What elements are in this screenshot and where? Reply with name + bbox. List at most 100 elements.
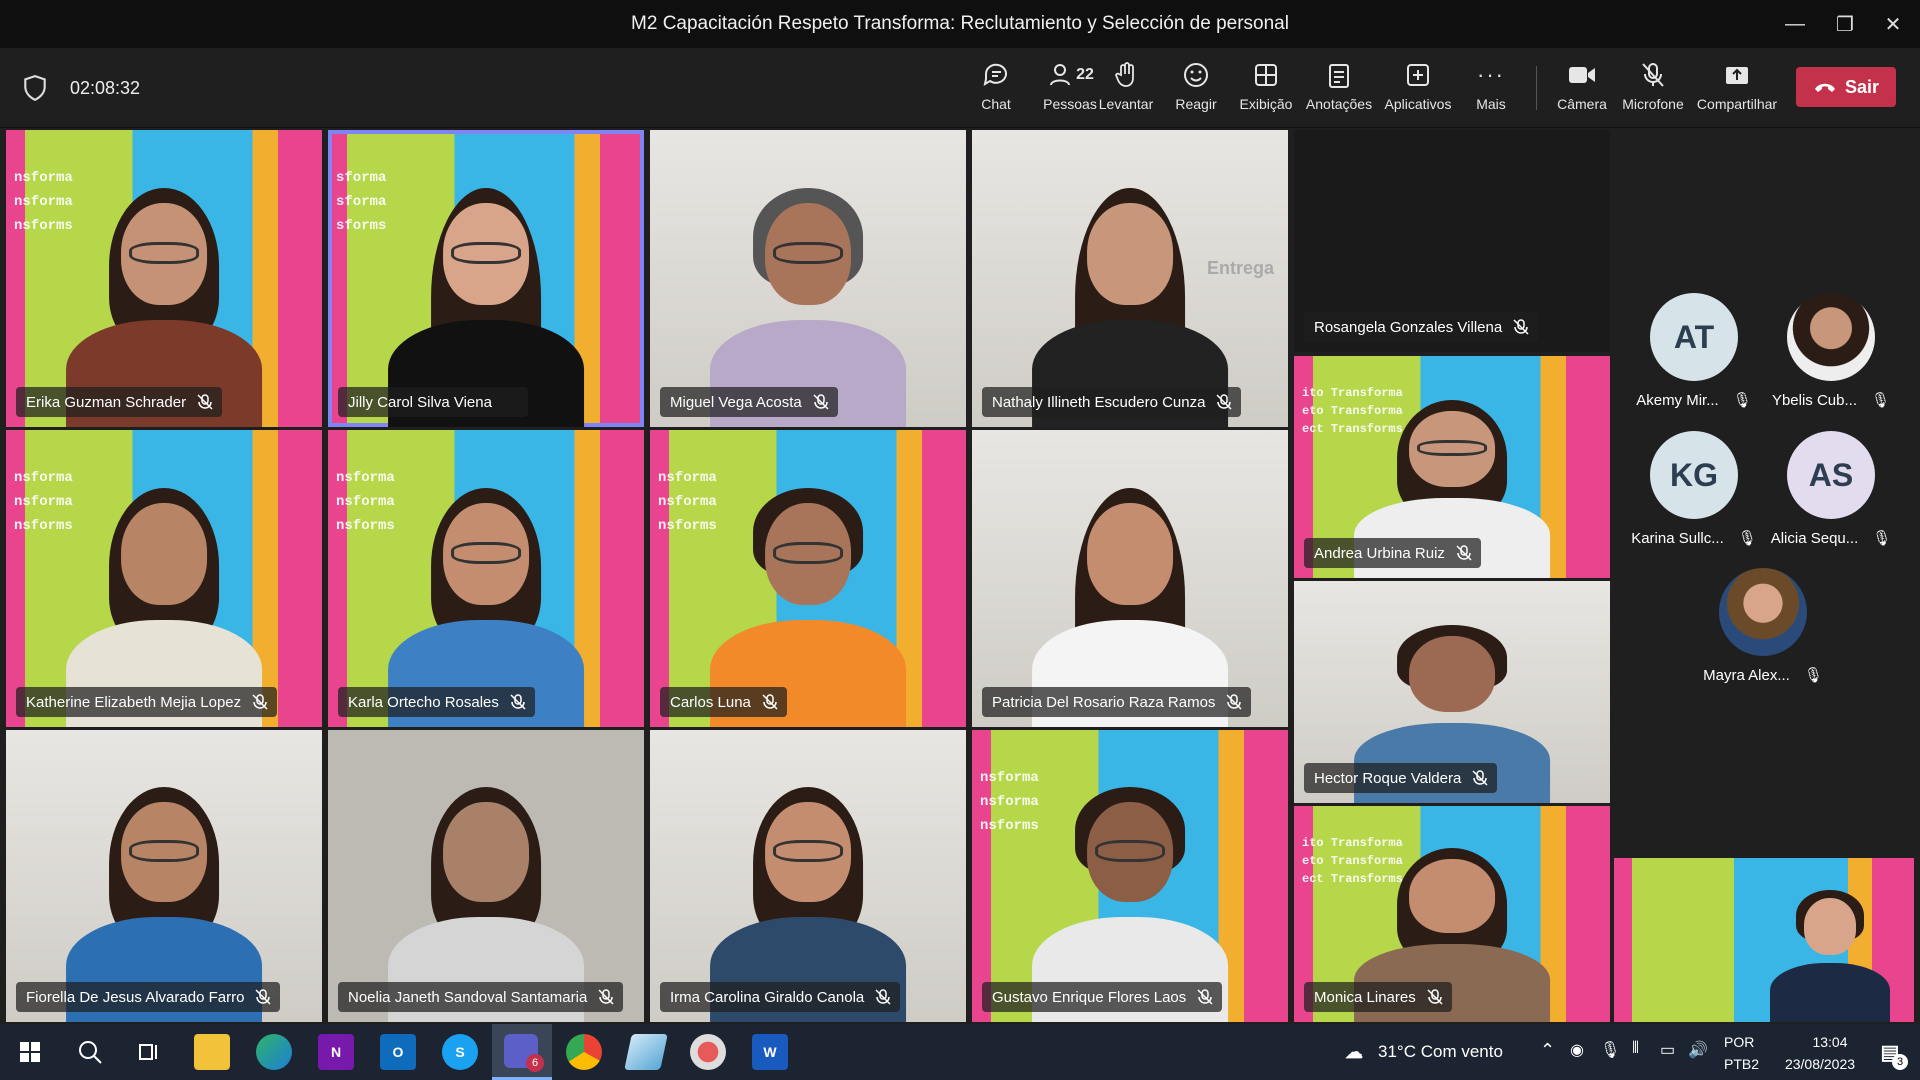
video-tile[interactable]: Patricia Del Rosario Raza Ramos xyxy=(972,430,1288,727)
view-button[interactable]: Exibição xyxy=(1236,58,1296,122)
roster-participant[interactable]: AT Akemy Mir... 🎙 xyxy=(1619,293,1769,409)
clock-date[interactable]: 23/08/2023 xyxy=(1770,1056,1870,1072)
microphone-tray-icon[interactable]: 🎙 xyxy=(1600,1040,1620,1060)
shield-icon xyxy=(24,75,46,102)
roster-participant[interactable]: Ybelis Cub... 🎙 xyxy=(1756,293,1906,409)
video-tile[interactable]: ito Transforma eto Transforma ect Transfor… xyxy=(1294,806,1610,1022)
raise-label: Levantar xyxy=(1098,96,1154,112)
weather-text[interactable]: 31°C Com vento xyxy=(1378,1042,1503,1062)
skype-icon[interactable]: S xyxy=(442,1034,478,1070)
roster-participant[interactable]: KG Karina Sullc... 🎙 xyxy=(1619,431,1769,547)
video-tile[interactable]: nsforma nsforma nsforms Karla Ortecho Rosa… xyxy=(328,430,644,727)
share-button[interactable]: Compartilhar xyxy=(1694,58,1780,122)
avatar: AT xyxy=(1650,293,1738,381)
participant-name: Erika Guzman Schrader xyxy=(16,387,223,417)
chevron-up-icon[interactable]: ⌃ xyxy=(1540,1040,1555,1061)
notes-button[interactable]: Anotações xyxy=(1302,58,1376,122)
video-tile[interactable]: nsforma nsforma nsforms Gustavo Enrique Fl… xyxy=(972,730,1288,1022)
self-view[interactable] xyxy=(1614,858,1914,1022)
people-icon xyxy=(1050,64,1071,86)
battery-icon[interactable]: ▭ xyxy=(1660,1040,1675,1060)
chrome-icon[interactable] xyxy=(566,1034,602,1070)
more-icon: ··· xyxy=(1477,62,1505,87)
react-button[interactable]: Reagir xyxy=(1166,58,1226,122)
roster-participant[interactable]: AS Alicia Sequ... 🎙 xyxy=(1756,431,1906,547)
teams-taskbar-active[interactable]: 6 xyxy=(492,1024,552,1080)
participant-name: Jilly Carol Silva Viena xyxy=(338,387,528,417)
video-tile[interactable]: Irma Carolina Giraldo Canola xyxy=(650,730,966,1022)
chat-button[interactable]: Chat xyxy=(966,58,1026,122)
mic-off-icon xyxy=(1427,989,1443,1005)
video-tile[interactable]: nsforma nsforma nsforms Katherine Elizabet… xyxy=(6,430,322,727)
mic-label: Microfone xyxy=(1622,96,1684,112)
add-app-icon xyxy=(1407,64,1429,86)
wifi-icon[interactable]: ⦀ xyxy=(1632,1040,1639,1058)
mic-off-icon: 🎙 xyxy=(1732,392,1752,409)
clock-time[interactable]: 13:04 xyxy=(1790,1034,1870,1050)
video-tile-active-speaker[interactable]: sforma sforma sforms Jilly Carol Silva Vie… xyxy=(328,130,644,427)
mic-off-icon xyxy=(875,989,891,1005)
video-tile-camera-off[interactable]: Rosangela Gonzales Villena xyxy=(1294,130,1610,352)
close-icon[interactable]: ✕ xyxy=(1868,0,1918,48)
paint-icon[interactable] xyxy=(690,1034,726,1070)
title-bar: M2 Capacitación Respeto Transforma: Recl… xyxy=(0,0,1920,48)
video-tile[interactable]: Fiorella De Jesus Alvarado Farro xyxy=(6,730,322,1022)
mic-off-icon xyxy=(1226,694,1242,710)
video-tile[interactable]: Entrega Nathaly Illineth Escudero Cunza xyxy=(972,130,1288,427)
view-label: Exibição xyxy=(1239,96,1293,112)
keyboard-layout[interactable]: PTB2 xyxy=(1724,1056,1759,1072)
file-explorer-icon[interactable] xyxy=(194,1034,230,1070)
video-tile[interactable]: nsforma nsforma nsforms Erika Guzman Schra… xyxy=(6,130,322,427)
notification-badge: 6 xyxy=(526,1054,544,1072)
roster-participant[interactable]: Mayra Alex... 🎙 xyxy=(1688,568,1838,684)
video-tile[interactable]: Hector Roque Valdera xyxy=(1294,581,1610,803)
camera-button[interactable]: Câmera xyxy=(1552,58,1612,122)
avatar: KG xyxy=(1650,431,1738,519)
video-tile[interactable]: nsforma nsforma nsforms Carlos Luna xyxy=(650,430,966,727)
more-button[interactable]: ··· Mais xyxy=(1466,58,1516,122)
camera-label: Câmera xyxy=(1557,96,1607,112)
mic-off-icon xyxy=(762,694,778,710)
task-view-icon[interactable] xyxy=(132,1034,168,1070)
background-text: sforma sforma sforms xyxy=(336,170,387,234)
video-tile[interactable]: Miguel Vega Acosta xyxy=(650,130,966,427)
microphone-button[interactable]: Microfone xyxy=(1618,58,1688,122)
mic-off-icon xyxy=(255,989,271,1005)
volume-icon[interactable]: 🔊 xyxy=(1688,1040,1708,1060)
language-indicator[interactable]: POR xyxy=(1724,1034,1754,1050)
participant-name: Akemy Mir... xyxy=(1636,391,1719,409)
participant-name: Mayra Alex... xyxy=(1703,666,1790,684)
outlook-icon[interactable]: O xyxy=(380,1034,416,1070)
participant-video xyxy=(1770,888,1890,1022)
meeting-toolbar: 02:08:32 Chat 22 Pessoas Levantar Reagir… xyxy=(0,48,1920,128)
video-tile[interactable]: Noelia Janeth Sandoval Santamaria xyxy=(328,730,644,1022)
hand-icon xyxy=(1115,62,1134,87)
app-icon[interactable] xyxy=(624,1034,668,1070)
background-text: nsforma nsforma nsforms xyxy=(14,170,73,234)
mic-off-icon xyxy=(252,694,268,710)
participant-name: Monica Linares xyxy=(1304,982,1452,1012)
leave-button[interactable]: Sair xyxy=(1796,67,1896,107)
windows-start-icon[interactable] xyxy=(12,1034,48,1070)
word-icon[interactable]: W xyxy=(752,1034,788,1070)
raise-hand-button[interactable]: Levantar xyxy=(1096,58,1156,122)
avatar xyxy=(1719,568,1807,656)
video-tile[interactable]: ito Transforma eto Transforma ect Transfor… xyxy=(1294,356,1610,578)
network-icon[interactable]: ◉ xyxy=(1570,1040,1584,1060)
restore-icon[interactable]: ❐ xyxy=(1820,0,1870,48)
people-count: 22 xyxy=(1076,66,1094,83)
participant-name: Irma Carolina Giraldo Canola xyxy=(660,982,901,1012)
edge-icon[interactable] xyxy=(256,1034,292,1070)
mic-off-icon: 🎙 xyxy=(1871,392,1891,409)
leave-label: Sair xyxy=(1844,76,1880,97)
minimize-icon[interactable]: — xyxy=(1770,0,1820,48)
react-label: Reagir xyxy=(1175,96,1217,112)
onenote-icon[interactable]: N xyxy=(318,1034,354,1070)
search-icon[interactable] xyxy=(72,1034,108,1070)
mic-off-icon xyxy=(1642,63,1664,87)
participant-name: Noelia Janeth Sandoval Santamaria xyxy=(338,982,624,1012)
participant-name: Hector Roque Valdera xyxy=(1304,763,1498,793)
apps-label: Aplicativos xyxy=(1384,96,1452,112)
apps-button[interactable]: Aplicativos xyxy=(1380,58,1456,122)
camera-icon xyxy=(1569,67,1595,83)
